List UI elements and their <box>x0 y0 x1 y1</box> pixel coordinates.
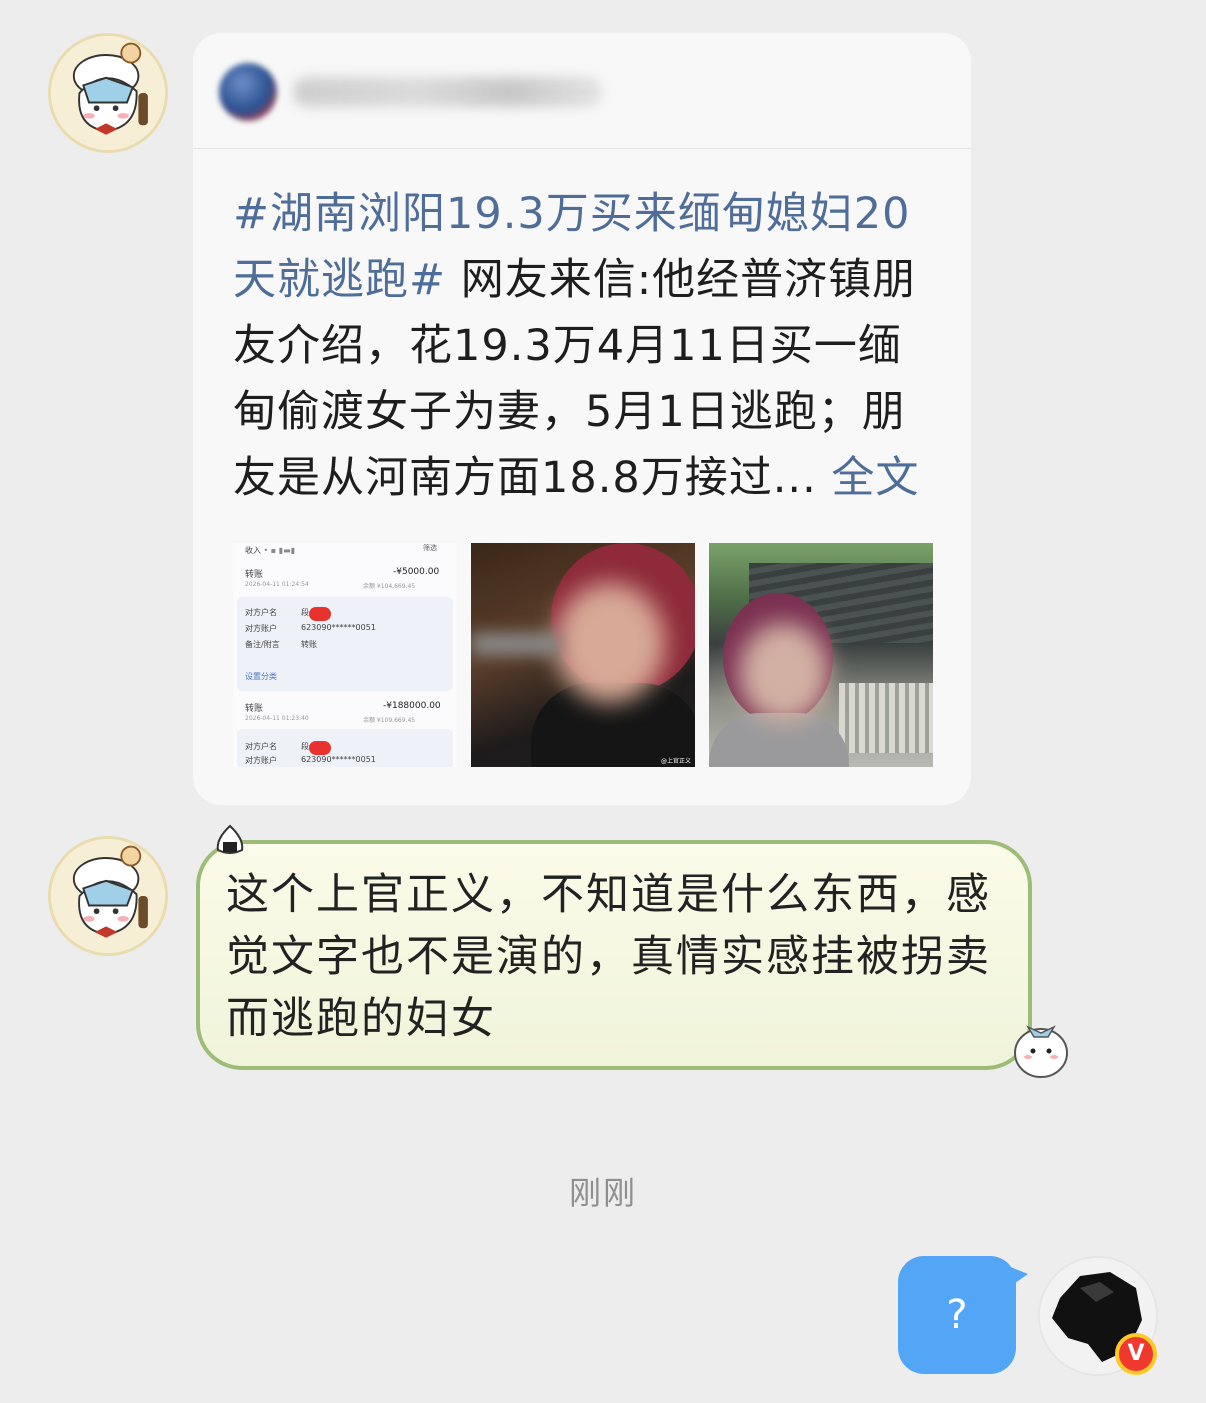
payee-name-prefix-1: 段 <box>301 608 309 617</box>
payee-acct-label-2: 对方账户 <box>245 756 277 765</box>
reply-message-bubble[interactable]: 这个上官正义，不知道是什么东西，感觉文字也不是演的，真情实感挂被拐卖而逃跑的妇女 <box>196 840 1032 1070</box>
sender-avatar-2[interactable] <box>48 836 168 956</box>
transfer-label-2: 转账 <box>245 704 264 714</box>
time-2: 2026-04-11 01:23:40 <box>245 715 309 722</box>
photo-watermark: @上官正义 <box>660 758 691 765</box>
payee-name-label-2: 对方户名 <box>245 742 277 751</box>
balance-2: 余额 ¥109,669.45 <box>363 717 416 724</box>
amount-1: -¥5000.00 <box>393 567 440 577</box>
transfer-label-1: 转账 <box>245 570 264 580</box>
account-masked-2: 623090******0051 <box>301 755 376 764</box>
my-message-bubble[interactable]: ? <box>898 1256 1016 1374</box>
payee-name-label-1: 对方户名 <box>245 608 277 617</box>
post-author-header[interactable] <box>193 33 971 149</box>
time-1: 2026-04-11 01:24:54 <box>245 581 309 588</box>
filter-label: 筛选 <box>423 544 437 552</box>
payee-name-prefix-2: 段 <box>301 742 309 751</box>
railing-shape <box>839 683 933 753</box>
chef-cat-avatar-icon <box>51 36 165 150</box>
account-masked-1: 623090******0051 <box>301 623 376 632</box>
balance-1: 余额 ¥104,669.45 <box>363 583 416 590</box>
remark-value: 转账 <box>301 640 317 649</box>
post-image-1[interactable]: 收入 • ▪ ▮▬▮ 筛选 转账 -¥5000.00 2026-04-11 01… <box>233 543 457 767</box>
onigiri-sticker-icon <box>216 824 244 854</box>
post-image-2[interactable]: @上官正义 <box>471 543 695 767</box>
blurred-face <box>555 583 665 703</box>
post-image-grid: 收入 • ▪ ▮▬▮ 筛选 转账 -¥5000.00 2026-04-11 01… <box>233 543 933 767</box>
verified-badge-icon: V <box>1115 1333 1157 1375</box>
set-category-link: 设置分类 <box>245 672 277 681</box>
payee-acct-label-1: 对方账户 <box>245 624 277 633</box>
full-text-link[interactable]: 全文 <box>817 453 920 503</box>
blurred-face-2 <box>739 623 829 723</box>
redacted-name-2 <box>309 741 331 755</box>
author-name-blurred <box>293 77 603 107</box>
amount-2: -¥188000.00 <box>383 701 441 711</box>
reply-message-text: 这个上官正义，不知道是什么东西，感觉文字也不是演的，真情实感挂被拐卖而逃跑的妇女 <box>226 870 991 1044</box>
author-avatar-blurred <box>219 63 277 121</box>
sender-avatar[interactable] <box>48 33 168 153</box>
redacted-name-1 <box>309 607 331 621</box>
income-label: 收入 <box>245 546 261 555</box>
remark-label: 备注/附言 <box>245 640 280 649</box>
post-body: #湖南浏阳19.3万买来缅甸媳妇20天就逃跑# 网友来信:他经普济镇朋友介绍，花… <box>233 181 933 511</box>
hamster-sticker-icon <box>1014 1025 1068 1078</box>
blurred-object <box>471 633 561 655</box>
message-timestamp: 刚刚 <box>568 1174 637 1212</box>
chef-cat-avatar-icon <box>51 839 165 953</box>
post-image-3[interactable] <box>709 543 933 767</box>
shared-post-card[interactable]: #湖南浏阳19.3万买来缅甸媳妇20天就逃跑# 网友来信:他经普济镇朋友介绍，花… <box>193 33 971 805</box>
payment-screenshot: 收入 • ▪ ▮▬▮ 筛选 转账 -¥5000.00 2026-04-11 01… <box>233 543 457 767</box>
